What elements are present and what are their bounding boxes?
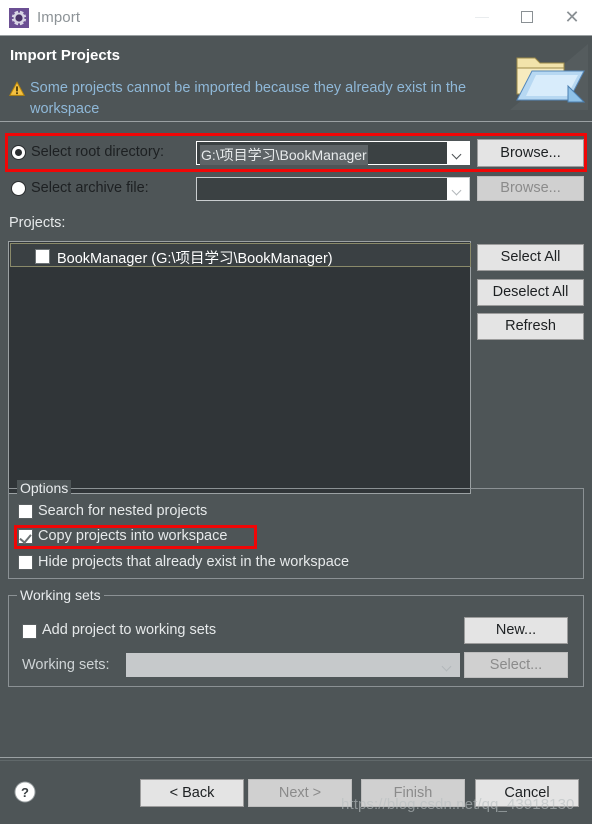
working-sets-dropdown-button xyxy=(437,654,459,676)
warning-triangle-icon xyxy=(8,81,26,97)
project-checkbox[interactable] xyxy=(35,249,50,264)
maximize-button[interactable] xyxy=(505,0,550,35)
working-sets-combo-label: Working sets: xyxy=(22,657,110,673)
label-hide-existing-projects: Hide projects that already exist in the … xyxy=(38,554,350,570)
svg-text:?: ? xyxy=(21,785,29,800)
project-name: BookManager (G:\项目学习\BookManager) xyxy=(57,251,333,267)
working-sets-group-title: Working sets xyxy=(17,587,104,603)
header-divider xyxy=(0,121,592,122)
browse-root-directory-button[interactable]: Browse... xyxy=(477,139,584,167)
minimize-icon xyxy=(475,17,489,18)
options-group-title: Options xyxy=(17,480,72,496)
checkbox-add-project-to-working-sets[interactable] xyxy=(22,624,37,639)
projects-label: Projects: xyxy=(9,215,66,231)
label-select-root-directory: Select root directory: xyxy=(31,144,164,160)
next-button: Next > xyxy=(248,779,352,807)
radio-select-archive-file[interactable] xyxy=(11,181,26,196)
label-add-project-to-working-sets: Add project to working sets xyxy=(42,622,217,638)
chevron-down-icon xyxy=(453,187,461,192)
maximize-icon xyxy=(521,11,533,23)
page-title: Import Projects xyxy=(10,47,121,64)
select-all-button[interactable]: Select All xyxy=(477,244,584,271)
label-copy-projects-into-workspace: Copy projects into workspace xyxy=(38,528,228,544)
wizard-header: Import Projects Some projects cannot be … xyxy=(0,36,592,120)
archive-file-combo xyxy=(196,177,470,201)
checkbox-hide-existing-projects[interactable] xyxy=(18,555,33,570)
eclipse-import-gear-icon xyxy=(9,8,29,28)
new-working-set-button[interactable]: New... xyxy=(464,617,568,644)
warning-message: Some projects cannot be imported because… xyxy=(30,80,467,117)
root-directory-dropdown-button[interactable] xyxy=(447,142,469,164)
table-row[interactable]: BookManager (G:\项目学习\BookManager) xyxy=(10,243,471,267)
checkbox-copy-projects-into-workspace[interactable] xyxy=(18,529,33,544)
chevron-down-icon xyxy=(453,151,461,156)
refresh-button[interactable]: Refresh xyxy=(477,313,584,340)
help-question-icon[interactable]: ? xyxy=(13,780,37,804)
chevron-down-icon xyxy=(443,663,451,668)
browse-archive-file-button: Browse... xyxy=(477,176,584,201)
back-button[interactable]: < Back xyxy=(140,779,244,807)
minimize-button[interactable] xyxy=(460,0,505,35)
deselect-all-button[interactable]: Deselect All xyxy=(477,279,584,306)
root-directory-combo[interactable]: G:\项目学习\BookManager xyxy=(196,141,470,165)
working-sets-combo xyxy=(126,653,460,677)
open-folder-import-icon xyxy=(510,44,588,110)
select-working-set-button: Select... xyxy=(464,652,568,678)
projects-list[interactable]: BookManager (G:\项目学习\BookManager) xyxy=(8,241,471,494)
title-bar: Import ✕ xyxy=(0,0,592,36)
watermark-text: https://blog.csdn.net/qq_43918130 xyxy=(341,796,575,813)
checkbox-search-nested-projects[interactable] xyxy=(18,504,33,519)
label-select-archive-file: Select archive file: xyxy=(31,180,149,196)
archive-file-dropdown-button xyxy=(447,178,469,200)
import-projects-dialog: Import ✕ Import Projects Some projects c… xyxy=(0,0,592,824)
root-directory-value: G:\项目学习\BookManager xyxy=(200,145,368,165)
window-title: Import xyxy=(37,9,81,26)
footer-divider xyxy=(0,757,592,758)
close-icon: ✕ xyxy=(564,7,580,28)
radio-select-root-directory[interactable] xyxy=(11,145,26,160)
label-search-nested-projects: Search for nested projects xyxy=(38,503,208,519)
close-button[interactable]: ✕ xyxy=(550,0,592,35)
